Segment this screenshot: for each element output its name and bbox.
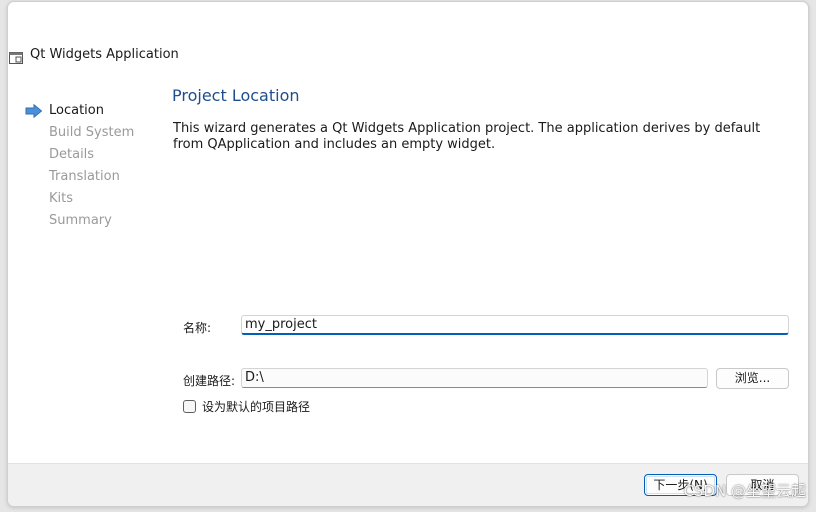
step-label: Details <box>49 147 95 162</box>
step-kits: Kits <box>24 188 164 210</box>
default-path-checkbox[interactable] <box>183 400 196 413</box>
page-description: This wizard generates a Qt Widgets Appli… <box>173 121 761 152</box>
step-details: Details <box>24 144 164 166</box>
page-title: Project Location <box>172 86 300 105</box>
default-path-checkbox-label[interactable]: 设为默认的项目路径 <box>202 398 310 415</box>
qt-app-window-icon <box>9 49 23 64</box>
browse-button[interactable]: 浏览... <box>716 368 789 389</box>
step-build-system: Build System <box>24 122 164 144</box>
app-title: Qt Widgets Application <box>30 47 179 62</box>
name-label: 名称: <box>183 321 212 335</box>
path-input[interactable]: D:\ <box>241 368 708 388</box>
step-translation: Translation <box>24 166 164 188</box>
step-label: Translation <box>49 169 120 184</box>
arrow-right-icon <box>25 103 43 119</box>
step-label: Summary <box>49 213 112 228</box>
name-input[interactable]: my_project <box>241 315 789 335</box>
path-label: 创建路径: <box>183 374 236 388</box>
step-summary: Summary <box>24 210 164 232</box>
step-label: Kits <box>49 191 74 206</box>
step-location: Location <box>24 100 164 122</box>
wizard-window: Qt Widgets Application Location Build Sy… <box>7 1 809 507</box>
wizard-steps: Location Build System Details Translatio… <box>24 100 164 232</box>
step-label: Build System <box>49 125 135 140</box>
step-label: Location <box>49 103 104 118</box>
watermark-text: CSDN @坐望云起 <box>683 482 806 500</box>
